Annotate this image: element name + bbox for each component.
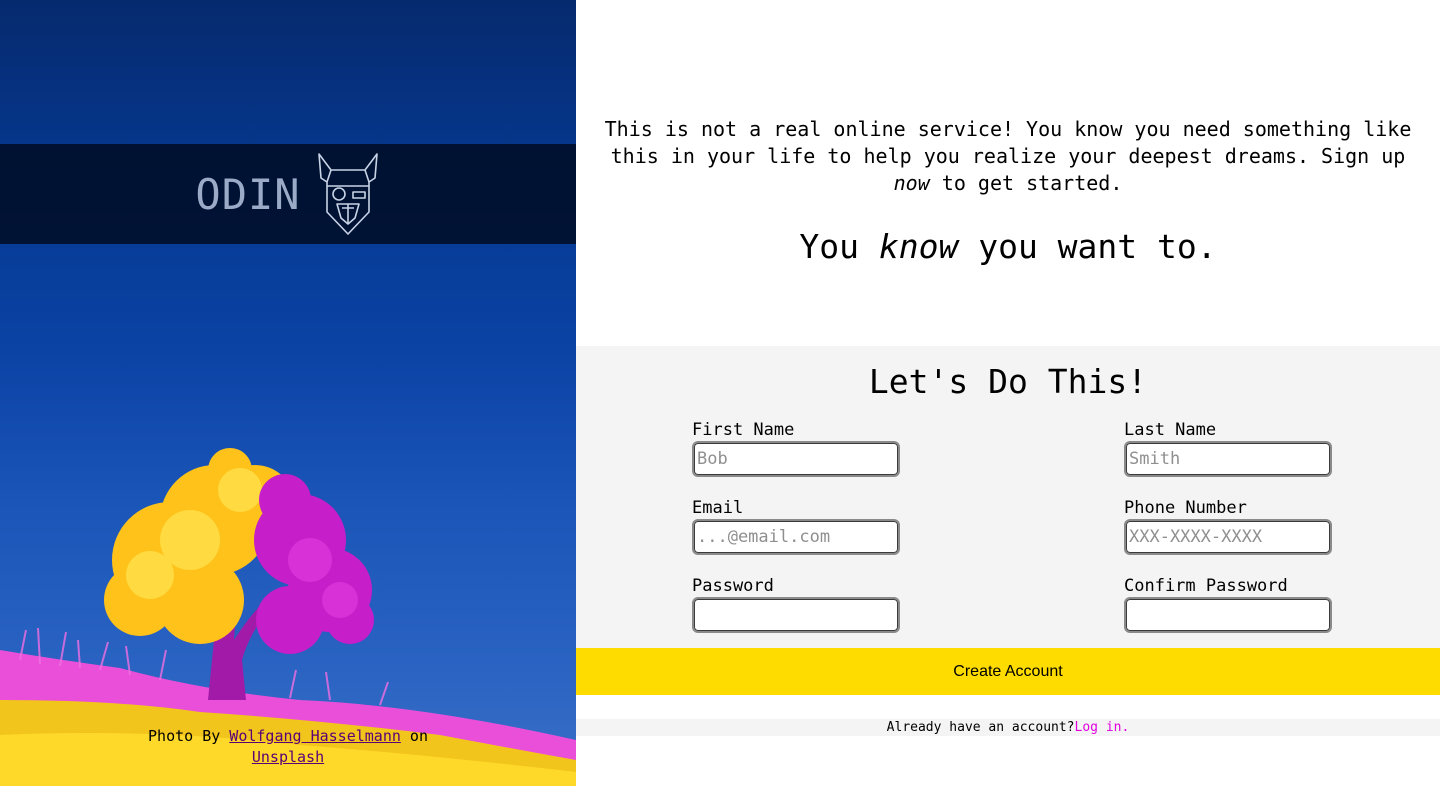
intro-after: to get started. [929,171,1123,195]
confirm-password-group: Confirm Password [1124,576,1332,633]
form-title: Let's Do This! [868,362,1148,401]
tagline: You know you want to. [576,226,1440,268]
intro-emphasis: now [893,171,930,195]
intro-text: This is not a real online service! You k… [596,116,1420,197]
logo-banner: ODIN [0,144,576,244]
email-label: Email [692,498,744,518]
unsplash-link[interactable]: Unsplash [252,748,324,766]
confirm-password-input[interactable] [1124,597,1332,633]
login-prompt-row: Already have an account?Log in. [576,719,1440,736]
hero-photo [0,448,576,786]
signup-form: Let's Do This! First Name Last Name Emai… [576,346,1440,648]
email-input[interactable] [692,519,900,555]
password-label: Password [692,576,774,596]
photo-credit: Photo By Wolfgang Hasselmann on Unsplash [0,726,576,768]
signup-panel: This is not a real online service! You k… [576,0,1440,786]
brand-name: ODIN [195,169,301,219]
first-name-group: First Name [692,420,900,477]
email-group: Email [692,498,900,555]
last-name-label: Last Name [1124,420,1217,440]
last-name-group: Last Name [1124,420,1332,477]
intro-before: This is not a real online service! You k… [604,117,1412,168]
first-name-input[interactable] [692,441,900,477]
odin-helmet-icon [317,153,378,235]
tagline-before: You [799,227,879,266]
create-account-button[interactable]: Create Account [576,648,1440,695]
credit-middle: on [400,727,428,745]
tagline-emphasis: know [878,227,959,266]
tagline-after: you want to. [958,227,1217,266]
photographer-link[interactable]: Wolfgang Hasselmann [229,727,401,745]
credit-prefix: Photo By [148,727,230,745]
phone-input[interactable] [1124,519,1332,555]
last-name-input[interactable] [1124,441,1332,477]
login-prompt: Already have an account? [886,720,1075,735]
login-link[interactable]: Log in. [1075,720,1130,735]
first-name-label: First Name [692,420,795,440]
password-input[interactable] [692,597,900,633]
password-group: Password [692,576,900,633]
phone-label: Phone Number [1124,498,1247,518]
hero-panel: ODIN Photo By Wolfgang Hasselmann on Uns… [0,0,576,786]
phone-group: Phone Number [1124,498,1332,555]
confirm-password-label: Confirm Password [1124,576,1288,596]
